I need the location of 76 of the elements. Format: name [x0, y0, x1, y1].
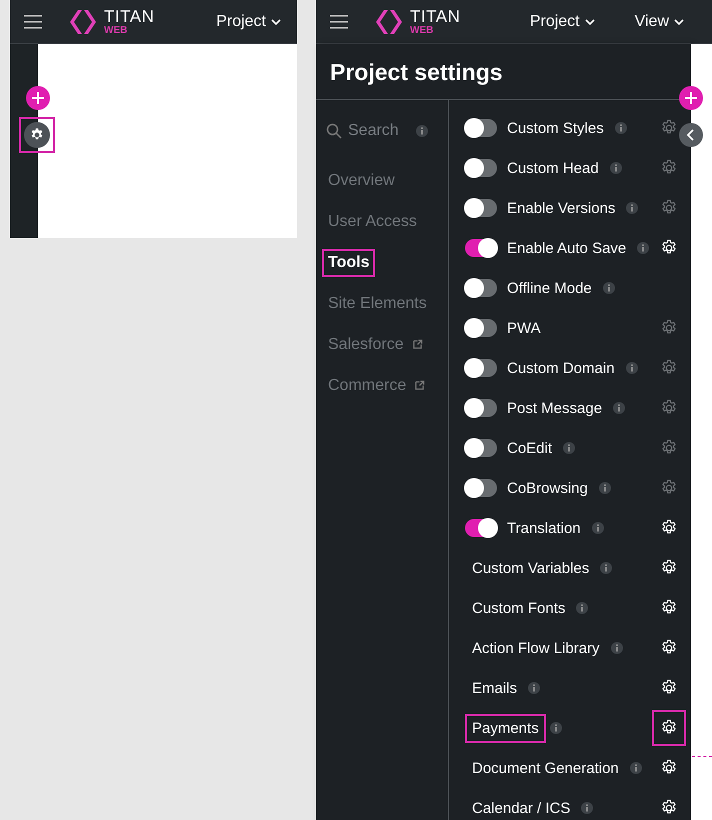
info-icon[interactable]: [637, 242, 650, 254]
setting-label: Offline Mode: [506, 278, 593, 298]
nav-item[interactable]: Commerce: [322, 372, 412, 400]
setting-label: Custom Variables: [471, 558, 590, 578]
info-icon[interactable]: [626, 362, 638, 374]
add-icon[interactable]: [26, 86, 50, 110]
info-icon[interactable]: [610, 162, 622, 174]
setting-label: Payments: [465, 714, 546, 742]
toggle-switch[interactable]: [465, 239, 497, 257]
logo-subtitle: WEB: [104, 26, 128, 36]
menu-dropdown[interactable]: Project: [530, 12, 595, 30]
toggle-switch[interactable]: [465, 439, 497, 457]
collapse-icon[interactable]: [679, 123, 703, 147]
nav-item[interactable]: Tools: [322, 248, 376, 276]
setting-label: CoBrowsing: [506, 478, 589, 498]
search-icon: [326, 123, 342, 139]
setting-label: CoEdit: [506, 438, 554, 458]
guide-line: [692, 756, 712, 757]
logo-subtitle: WEB: [410, 26, 434, 36]
toggle-switch[interactable]: [465, 119, 497, 137]
setting-label: PWA: [506, 318, 542, 338]
toggle-switch[interactable]: [465, 479, 497, 497]
setting-label: Post Message: [506, 398, 604, 418]
menu-icon[interactable]: [24, 14, 42, 28]
chevron-down-icon: [674, 18, 684, 24]
setting-label: Document Generation: [471, 758, 620, 778]
toggle-switch[interactable]: [465, 279, 497, 297]
chevron-down-icon: [584, 18, 595, 24]
toggle-switch[interactable]: [465, 399, 497, 417]
setting-label: Translation: [506, 518, 582, 538]
toggle-switch[interactable]: [465, 519, 497, 537]
external-link-icon: [414, 380, 426, 391]
toggle-switch[interactable]: [465, 359, 497, 377]
menu-icon[interactable]: [330, 14, 348, 28]
info-icon[interactable]: [602, 282, 615, 294]
toggle-switch[interactable]: [465, 159, 497, 177]
setting-label: Action Flow Library: [471, 638, 601, 658]
add-icon[interactable]: [679, 86, 703, 110]
setting-label: Enable Auto Save: [506, 238, 628, 258]
info-icon[interactable]: [630, 762, 642, 774]
setting-label: Calendar / ICS: [471, 798, 572, 818]
info-icon[interactable]: [614, 122, 627, 134]
setting-label: Custom Fonts: [471, 598, 566, 618]
setting-label: Enable Versions: [506, 198, 616, 218]
info-icon[interactable]: [416, 125, 428, 137]
info-icon[interactable]: [600, 562, 612, 574]
setting-label: Custom Styles: [506, 118, 605, 138]
info-icon[interactable]: [613, 402, 626, 414]
info-icon[interactable]: [592, 522, 604, 534]
setting-label: Custom Head: [506, 158, 600, 178]
info-icon[interactable]: [610, 642, 623, 654]
menu-dropdown[interactable]: View: [634, 12, 684, 30]
settings-button[interactable]: [19, 117, 55, 153]
menu-dropdown[interactable]: Project: [216, 12, 281, 30]
logo-title: TITAN: [410, 8, 460, 24]
info-icon[interactable]: [563, 442, 576, 454]
external-link-icon: [412, 339, 423, 350]
info-icon[interactable]: [550, 722, 562, 734]
info-icon[interactable]: [528, 682, 540, 694]
nav-item[interactable]: Salesforce: [322, 330, 410, 358]
nav-item[interactable]: Overview: [322, 166, 401, 194]
info-icon[interactable]: [581, 802, 594, 814]
info-icon[interactable]: [598, 482, 611, 494]
search-field[interactable]: Search: [342, 122, 412, 140]
logo-icon: [68, 8, 98, 36]
logo-title: TITAN: [104, 8, 154, 24]
toggle-switch[interactable]: [465, 319, 497, 337]
info-icon[interactable]: [576, 602, 588, 614]
chevron-down-icon: [271, 18, 281, 24]
logo-icon: [374, 8, 404, 36]
nav-item[interactable]: User Access: [322, 208, 423, 236]
toggle-switch[interactable]: [465, 199, 497, 217]
setting-label: Emails: [471, 678, 518, 698]
nav-item[interactable]: Site Elements: [322, 290, 433, 318]
info-icon[interactable]: [626, 202, 638, 214]
setting-label: Custom Domain: [506, 358, 616, 378]
